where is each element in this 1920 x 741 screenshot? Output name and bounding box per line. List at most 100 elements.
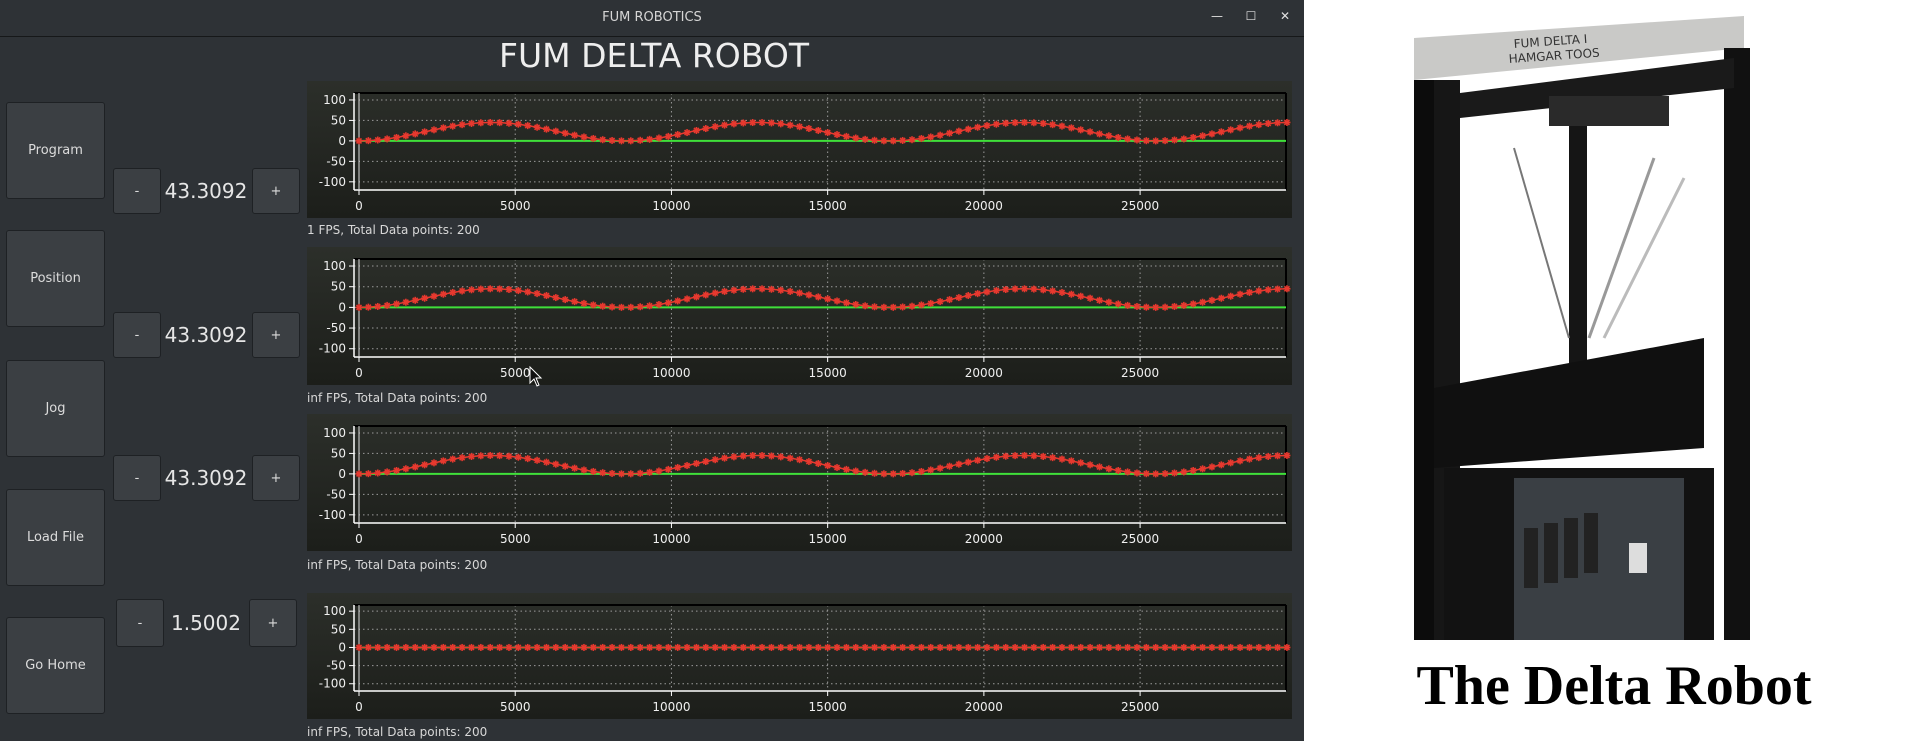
data-point (880, 303, 888, 311)
data-point (599, 469, 607, 477)
data-point (777, 120, 785, 128)
data-point (1039, 119, 1047, 127)
data-point (627, 137, 635, 145)
data-point (702, 643, 710, 651)
data-point (1095, 130, 1103, 138)
data-point (777, 643, 785, 651)
plot-panel-2[interactable]: 100 50 0 -50 -100 0 5000 10000 15000 20000 25000 (307, 247, 1292, 385)
data-point (646, 302, 654, 310)
data-point (411, 643, 419, 651)
load-file-button[interactable]: Load File (6, 489, 105, 586)
x-tick-label: 15000 (809, 366, 847, 380)
page-title: FUM DELTA ROBOT (499, 36, 809, 75)
decrement-button[interactable]: - (116, 599, 164, 647)
data-point (364, 470, 372, 478)
close-icon[interactable]: ✕ (1275, 9, 1295, 27)
plot-1[interactable]: 100 50 0 -50 -100 0 5000 10000 15000 20000 25000 (307, 81, 1292, 218)
data-point (871, 469, 879, 477)
data-point (571, 643, 579, 651)
data-point (889, 643, 897, 651)
increment-button[interactable]: + (252, 455, 300, 501)
x-tick-label: 25000 (1121, 700, 1159, 714)
y-tick-label: -50 (326, 659, 346, 673)
y-tick-label: 100 (323, 604, 346, 618)
x-tick-label: 5000 (500, 700, 531, 714)
data-point (383, 135, 391, 143)
data-point (871, 136, 879, 144)
plot-panel-1[interactable]: 100 50 0 -50 -100 0 5000 10000 15000 20000 25000 (307, 81, 1292, 218)
data-point (946, 462, 954, 470)
maximize-icon[interactable]: ☐ (1241, 9, 1261, 27)
decrement-button[interactable]: - (113, 312, 161, 358)
data-point (580, 643, 588, 651)
data-point (374, 136, 382, 144)
data-point (608, 303, 616, 311)
data-point (1208, 296, 1216, 304)
x-tick-label: 10000 (652, 199, 690, 213)
data-point (1039, 452, 1047, 460)
y-tick-label: 100 (323, 93, 346, 107)
data-point (1142, 303, 1150, 311)
data-point (833, 464, 841, 472)
data-point (674, 464, 682, 472)
jog-button[interactable]: Jog (6, 360, 105, 457)
increment-button[interactable]: + (249, 599, 297, 647)
minimize-icon[interactable]: — (1207, 9, 1227, 27)
stepper-value: 1.5002 (171, 611, 241, 635)
plot-2[interactable]: 100 50 0 -50 -100 0 5000 10000 15000 20000 25000 (307, 247, 1292, 385)
data-point (1067, 290, 1075, 298)
data-point (430, 292, 438, 300)
decrement-button[interactable]: - (113, 455, 161, 501)
increment-button[interactable]: + (252, 312, 300, 358)
plot-panel-3[interactable]: 100 50 0 -50 -100 0 5000 10000 15000 20000 25000 (307, 414, 1292, 551)
x-tick-label: 15000 (809, 532, 847, 546)
x-tick-label: 5000 (500, 532, 531, 546)
data-point (374, 469, 382, 477)
data-point (852, 134, 860, 142)
data-point (655, 643, 663, 651)
data-point (1264, 452, 1272, 460)
data-point (917, 301, 925, 309)
x-tick-label: 5000 (500, 199, 531, 213)
data-point (392, 466, 400, 474)
x-tick-label: 0 (355, 366, 363, 380)
data-point (505, 643, 513, 651)
data-point (514, 120, 522, 128)
decrement-button[interactable]: - (113, 168, 161, 214)
data-point (1217, 128, 1225, 136)
data-point (1039, 286, 1047, 294)
data-point (814, 293, 822, 301)
x-tick-label: 10000 (652, 532, 690, 546)
data-point (664, 132, 672, 140)
x-tick-label: 15000 (809, 700, 847, 714)
y-tick-label: -50 (326, 321, 346, 335)
data-point (1170, 136, 1178, 144)
data-point (955, 643, 963, 651)
increment-button[interactable]: + (252, 168, 300, 214)
go-home-button[interactable]: Go Home (6, 617, 105, 714)
data-point (1264, 643, 1272, 651)
x-tick-label: 25000 (1121, 532, 1159, 546)
plot-panel-4[interactable]: 100 50 0 -50 -100 0 5000 10000 15000 20000 25000 (307, 593, 1292, 719)
data-point (1283, 451, 1291, 459)
data-point (833, 643, 841, 651)
program-button[interactable]: Program (6, 102, 105, 199)
data-point (1124, 468, 1132, 476)
data-point (1124, 301, 1132, 309)
data-point (486, 643, 494, 651)
data-point (374, 302, 382, 310)
data-point (1283, 643, 1291, 651)
data-point (1095, 643, 1103, 651)
data-point (1152, 303, 1160, 311)
data-point (1030, 643, 1038, 651)
data-point (1236, 643, 1244, 651)
position-button[interactable]: Position (6, 230, 105, 327)
plot-3[interactable]: 100 50 0 -50 -100 0 5000 10000 15000 20000 25000 (307, 414, 1292, 551)
plot-4[interactable]: 100 50 0 -50 -100 0 5000 10000 15000 20000 25000 (307, 593, 1292, 719)
data-point (1152, 470, 1160, 478)
data-point (1077, 126, 1085, 134)
data-point (571, 464, 579, 472)
data-point (1105, 465, 1113, 473)
data-point (814, 126, 822, 134)
data-point (496, 452, 504, 460)
